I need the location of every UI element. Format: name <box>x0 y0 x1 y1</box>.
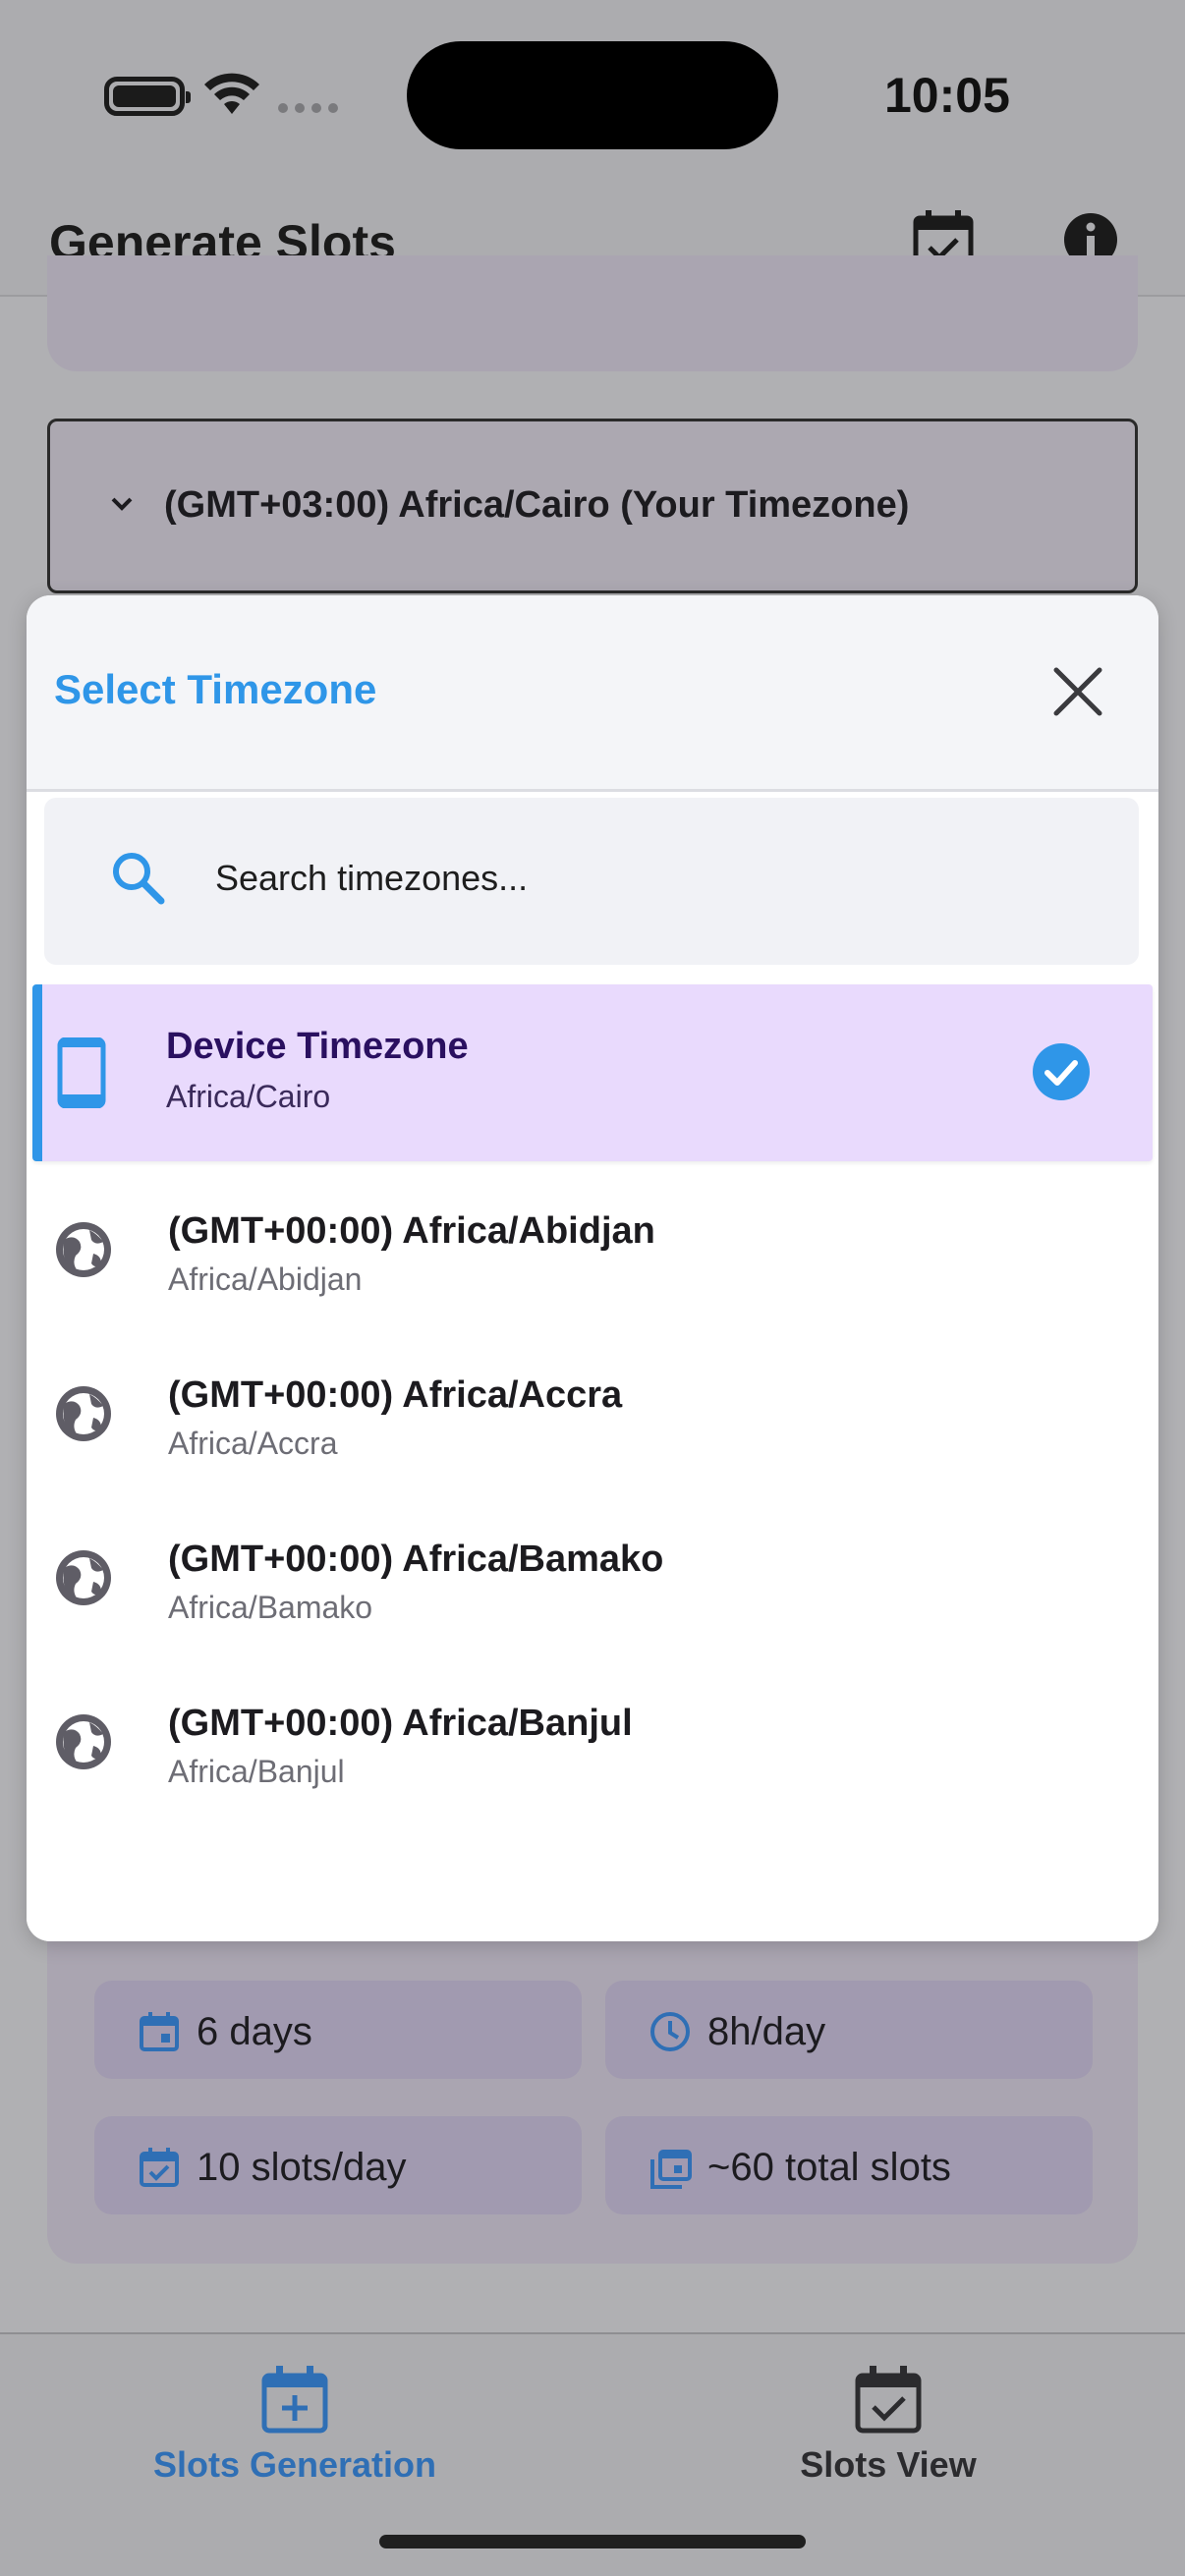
nav-label: Slots Generation <box>152 2444 437 2485</box>
modal-footer-space <box>27 1818 1158 1941</box>
dynamic-island <box>407 41 778 149</box>
summary-chip-label: 6 days <box>197 2010 312 2053</box>
summary-chip-label: 8h/day <box>707 2010 826 2053</box>
modal-header: Select Timezone <box>27 595 1158 792</box>
globe-icon <box>56 1714 111 1769</box>
timezone-option[interactable]: (GMT+00:00) Africa/Accra Africa/Accra <box>27 1325 1158 1489</box>
search-box <box>44 798 1139 965</box>
timezone-option-subtitle: Africa/Cairo <box>166 1079 331 1114</box>
battery-icon <box>104 77 191 116</box>
globe-icon <box>56 1550 111 1605</box>
summary-chip-days: 6 days <box>94 1981 582 2079</box>
calendar-icon <box>140 2012 179 2051</box>
search-icon <box>113 853 165 905</box>
close-icon[interactable] <box>1050 664 1105 719</box>
timezone-option[interactable]: (GMT+00:00) Africa/Bamako Africa/Bamako <box>27 1489 1158 1653</box>
timezone-option-title: Device Timezone <box>166 1026 469 1067</box>
timezone-option-subtitle: Africa/Abidjan <box>168 1261 363 1297</box>
check-circle-icon <box>1033 1043 1090 1100</box>
calendar-check-icon <box>855 2366 922 2434</box>
globe-icon <box>56 1386 111 1441</box>
calendar-stack-icon <box>650 2150 692 2189</box>
summary-chip-total-slots: ~60 total slots <box>605 2116 1093 2214</box>
timezone-option-title: (GMT+00:00) Africa/Abidjan <box>168 1210 655 1252</box>
cellular-signal-icon <box>278 103 338 113</box>
summary-card: 6 days 8h/day 10 slots/day ~60 total slo… <box>47 1926 1138 2264</box>
nav-slots-view[interactable]: Slots View <box>692 2364 1085 2501</box>
globe-icon <box>56 1222 111 1277</box>
chevron-down-icon <box>111 497 133 511</box>
calendar-check-icon <box>140 2148 179 2187</box>
timezone-list: Device Timezone Africa/Cairo (GMT+00:00)… <box>27 984 1158 1818</box>
status-bar: 10:05 <box>0 0 1185 187</box>
nav-slots-generation[interactable]: Slots Generation <box>98 2364 491 2501</box>
timezone-dropdown[interactable]: (GMT+03:00) Africa/Cairo (Your Timezone) <box>47 419 1138 593</box>
timezone-option[interactable]: (GMT+00:00) Africa/Banjul Africa/Banjul <box>27 1653 1158 1818</box>
summary-chip-label: 10 slots/day <box>197 2146 407 2189</box>
home-indicator <box>379 2535 806 2548</box>
timezone-option[interactable]: (GMT+00:00) Africa/Abidjan Africa/Abidja… <box>27 1161 1158 1325</box>
timezone-option-subtitle: Africa/Banjul <box>168 1754 345 1789</box>
timezone-option-subtitle: Africa/Bamako <box>168 1590 373 1625</box>
modal-title: Select Timezone <box>54 666 377 712</box>
nav-label: Slots View <box>800 2444 977 2485</box>
summary-chip-hours: 8h/day <box>605 1981 1093 2079</box>
smartphone-icon <box>57 1037 106 1108</box>
timezone-option-title: (GMT+00:00) Africa/Banjul <box>168 1703 633 1744</box>
summary-chip-label: ~60 total slots <box>707 2146 951 2189</box>
settings-card <box>47 255 1138 371</box>
status-time: 10:05 <box>884 68 1010 123</box>
wifi-icon <box>204 73 259 114</box>
timezone-option-title: (GMT+00:00) Africa/Accra <box>168 1374 623 1416</box>
timezone-option-title: (GMT+00:00) Africa/Bamako <box>168 1539 664 1580</box>
summary-chip-slots-per-day: 10 slots/day <box>94 2116 582 2214</box>
clock-icon <box>650 2012 690 2051</box>
search-input[interactable] <box>215 849 1080 908</box>
calendar-plus-icon <box>261 2366 328 2434</box>
timezone-dropdown-value: (GMT+03:00) Africa/Cairo (Your Timezone) <box>164 484 910 526</box>
timezone-picker-modal: Select Timezone Device Timezone Africa/C… <box>27 595 1158 1941</box>
timezone-option-device[interactable]: Device Timezone Africa/Cairo <box>32 984 1153 1161</box>
timezone-option-subtitle: Africa/Accra <box>168 1426 338 1461</box>
